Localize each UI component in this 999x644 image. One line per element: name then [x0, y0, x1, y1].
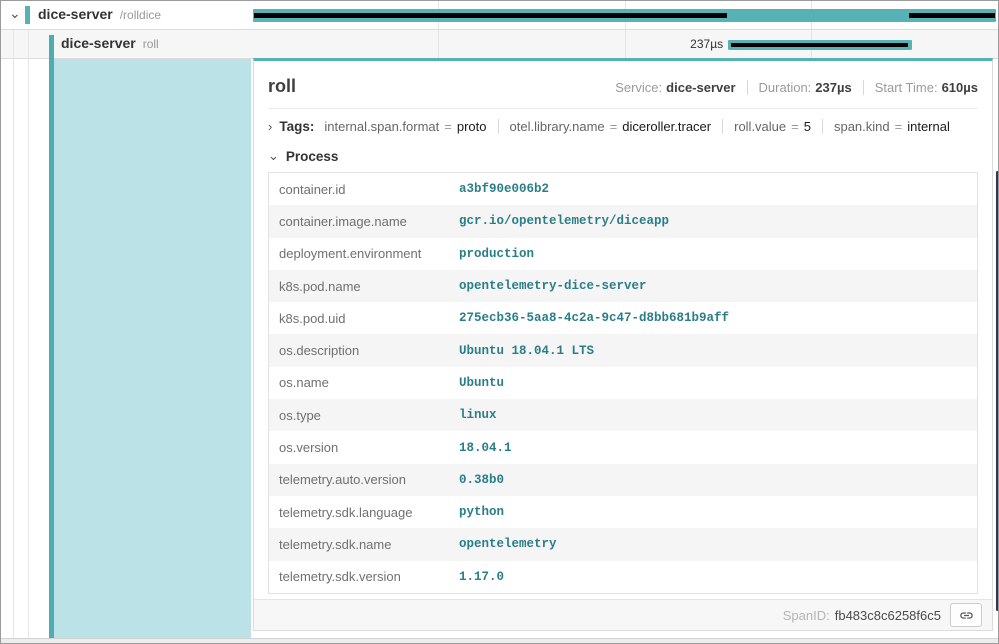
process-value: linux [459, 408, 497, 422]
table-row: os.version18.04.1 [269, 431, 977, 463]
service-label: Service: [615, 80, 662, 95]
timeline-cell-roll: 237µs [251, 30, 998, 58]
process-value: 0.38b0 [459, 473, 504, 487]
separator [498, 119, 499, 134]
process-key: telemetry.sdk.name [269, 537, 459, 552]
table-row: k8s.pod.nameopentelemetry-dice-server [269, 270, 977, 302]
process-value: a3bf90e006b2 [459, 182, 549, 196]
service-value: dice-server [666, 80, 735, 95]
separator [722, 119, 723, 134]
process-key: os.name [269, 375, 459, 390]
separator [863, 80, 864, 95]
span-name-cell-rolldice[interactable]: ⌄ dice-server/rolldice [1, 1, 251, 29]
process-value: 18.04.1 [459, 441, 512, 455]
service-color-chip [25, 6, 30, 24]
process-key: os.description [269, 343, 459, 358]
process-key: container.image.name [269, 214, 459, 229]
span-detail-footer: SpanID: fb483c8c6258f6c5 [254, 599, 992, 630]
start-time-value: 610µs [942, 80, 978, 95]
tags-section-toggle[interactable]: › Tags: internal.span.format=proto otel.… [268, 109, 978, 143]
link-icon [959, 608, 974, 623]
tag-item: internal.span.format=proto [324, 119, 486, 134]
table-row: telemetry.sdk.languagepython [269, 496, 977, 528]
process-value: gcr.io/opentelemetry/diceapp [459, 214, 669, 228]
tag-item: roll.value=5 [734, 119, 811, 134]
table-row: os.nameUbuntu [269, 367, 977, 399]
process-section-toggle[interactable]: ⌄ Process [268, 143, 978, 172]
self-time-bar [254, 13, 727, 18]
timeline-gridline [625, 30, 626, 58]
timeline-cell-rolldice [251, 1, 998, 29]
table-row: k8s.pod.uid275ecb36-5aa8-4c2a-9c47-d8bb6… [269, 302, 977, 334]
chevron-down-icon[interactable]: ⌄ [9, 5, 21, 22]
span-title: roll [268, 76, 296, 97]
separator [822, 119, 823, 134]
tag-item: otel.library.name=diceroller.tracer [510, 119, 712, 134]
table-row: container.image.namegcr.io/opentelemetry… [269, 205, 977, 237]
span-name-rolldice: dice-server/rolldice [38, 6, 161, 24]
span-name-cell-roll[interactable]: dice-server roll [1, 30, 251, 58]
process-value: Ubuntu 18.04.1 LTS [459, 344, 594, 358]
process-value: production [459, 247, 534, 261]
start-time-label: Start Time: [875, 80, 938, 95]
service-name: dice-server [38, 6, 113, 22]
process-key: container.id [269, 182, 459, 197]
process-section-label: Process [286, 149, 339, 164]
tags-section-label: Tags: [279, 119, 314, 134]
tree-guide-line [13, 30, 14, 638]
table-row: container.ida3bf90e006b2 [269, 173, 977, 205]
span-row-roll[interactable]: dice-server roll 237µs [1, 30, 998, 59]
table-row: telemetry.auto.version0.38b0 [269, 464, 977, 496]
process-value: 275ecb36-5aa8-4c2a-9c47-d8bb681b9aff [459, 311, 729, 325]
process-key: k8s.pod.name [269, 279, 459, 294]
bottom-strip [1, 638, 998, 644]
copy-link-button[interactable] [950, 603, 982, 627]
chevron-down-icon: ⌄ [268, 148, 279, 164]
timeline-gridline [438, 30, 439, 58]
process-value: opentelemetry [459, 537, 557, 551]
span-meta: Service: dice-server Duration: 237µs Sta… [615, 80, 978, 95]
duration-value: 237µs [815, 80, 851, 95]
detail-row-accent-block [54, 59, 251, 638]
operation-name: /rolldice [120, 8, 161, 22]
spanid-value: fb483c8c6258f6c5 [835, 608, 941, 623]
table-row: telemetry.sdk.nameopentelemetry [269, 528, 977, 560]
span-duration-label: 237µs [690, 30, 723, 58]
process-key: telemetry.sdk.version [269, 569, 459, 584]
process-key: os.version [269, 440, 459, 455]
self-time-bar [909, 13, 995, 18]
chevron-right-icon: › [268, 119, 272, 134]
self-time-bar [731, 43, 909, 47]
process-key: os.type [269, 408, 459, 423]
service-name: dice-server [61, 35, 136, 51]
table-row: deployment.environmentproduction [269, 238, 977, 270]
process-key: telemetry.sdk.language [269, 505, 459, 520]
tag-item: span.kind=internal [834, 119, 950, 134]
table-row: telemetry.sdk.version1.17.0 [269, 561, 977, 593]
spanid-label: SpanID: [783, 608, 830, 623]
process-value: 1.17.0 [459, 570, 504, 584]
process-key: deployment.environment [269, 246, 459, 261]
duration-label: Duration: [759, 80, 812, 95]
span-row-rolldice[interactable]: ⌄ dice-server/rolldice [1, 1, 998, 30]
tree-guide-line [28, 30, 29, 638]
table-row: os.typelinux [269, 399, 977, 431]
jaeger-trace-detail-view: ⌄ dice-server/rolldice dice-server roll 2… [0, 0, 999, 644]
process-key: telemetry.auto.version [269, 472, 459, 487]
process-table: container.ida3bf90e006b2 container.image… [268, 172, 978, 594]
process-key: k8s.pod.uid [269, 311, 459, 326]
table-row: os.descriptionUbuntu 18.04.1 LTS [269, 334, 977, 366]
operation-name: roll [143, 37, 159, 51]
process-value: opentelemetry-dice-server [459, 279, 647, 293]
span-name-roll: dice-server roll [61, 35, 159, 53]
separator [747, 80, 748, 95]
process-value: Ubuntu [459, 376, 504, 390]
span-detail-header: roll Service: dice-server Duration: 237µ… [268, 61, 978, 109]
span-detail-card: roll Service: dice-server Duration: 237µ… [253, 58, 993, 631]
process-value: python [459, 505, 504, 519]
